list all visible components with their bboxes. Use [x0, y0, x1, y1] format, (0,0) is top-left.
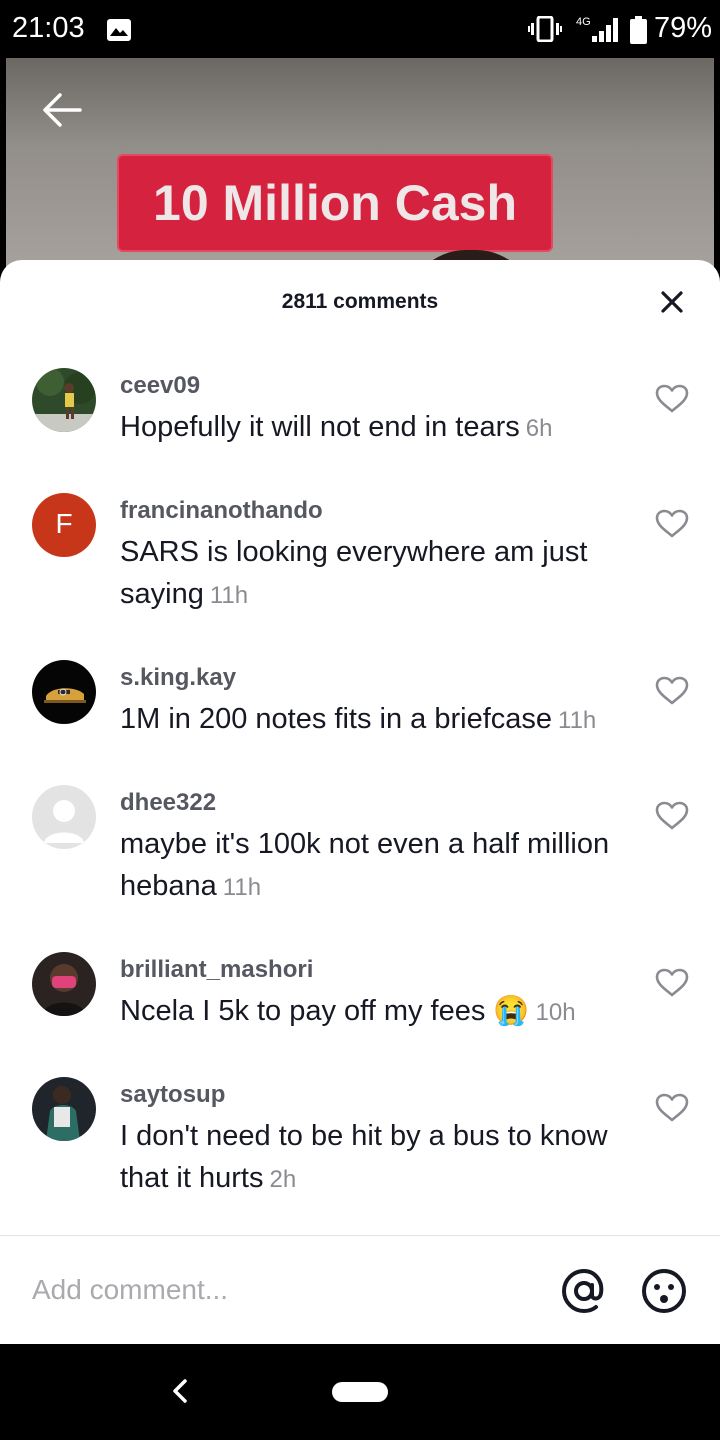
avatar[interactable] — [32, 785, 96, 849]
add-comment-input[interactable]: Add comment... — [32, 1274, 228, 1306]
comment-username[interactable]: saytosup — [120, 1081, 225, 1109]
like-heart-icon[interactable] — [655, 384, 689, 419]
comment-text: Hopefully it will not end in tears 6h — [120, 411, 553, 443]
comment-time: 2h — [269, 1166, 297, 1193]
video-preview: 10 Million Cash — [6, 58, 714, 278]
avatar[interactable]: F — [32, 493, 96, 557]
avatar[interactable] — [32, 1077, 96, 1141]
comment-text: 1M in 200 notes fits in a briefcase 11h — [120, 703, 597, 735]
avatar-initial: F — [55, 508, 73, 539]
like-heart-icon[interactable] — [655, 801, 689, 836]
comment-time: 11h — [222, 874, 262, 901]
avatar[interactable] — [32, 952, 96, 1016]
avatar[interactable] — [32, 660, 96, 724]
image-notification-icon — [107, 19, 131, 41]
system-nav-bar — [0, 1344, 720, 1440]
comment-time: 10h — [535, 999, 576, 1026]
mention-at-icon[interactable] — [560, 1267, 608, 1320]
comment-time: 11h — [209, 582, 249, 609]
like-heart-icon[interactable] — [655, 968, 689, 1003]
status-time: 21:03 — [12, 12, 85, 44]
close-icon[interactable] — [658, 288, 686, 316]
back-arrow-icon[interactable] — [40, 90, 84, 135]
like-heart-icon[interactable] — [655, 1093, 689, 1128]
status-bar: 21:03 4G 79% — [0, 0, 720, 58]
nav-back-icon[interactable] — [170, 1378, 190, 1409]
comment-username[interactable]: dhee322 — [120, 789, 216, 817]
comment-username[interactable]: ceev09 — [120, 372, 200, 400]
comments-count-title: 2811 comments — [281, 290, 439, 313]
comment-text: maybe it's 100k not even a half million … — [120, 828, 610, 902]
emoji-icon[interactable] — [640, 1267, 688, 1320]
video-banner-text: 10 Million Cash — [153, 175, 517, 231]
battery-icon — [630, 16, 647, 44]
comment-time: 11h — [558, 707, 597, 734]
comment-username[interactable]: s.king.kay — [120, 664, 236, 692]
home-pill-button[interactable] — [332, 1382, 388, 1402]
comment-text: SARS is looking everywhere am just sayin… — [120, 536, 588, 610]
comment-text: Ncela I 5k to pay off my fees 😭 10h — [120, 995, 576, 1027]
comment-username[interactable]: brilliant_mashori — [120, 956, 313, 984]
battery-percent: 79% — [654, 12, 713, 44]
video-banner: 10 Million Cash — [119, 156, 551, 250]
comment-text: I don't need to be hit by a bus to know … — [120, 1120, 608, 1194]
comment-input-bar: Add comment... — [0, 1235, 720, 1345]
avatar[interactable] — [32, 368, 96, 432]
comment-username[interactable]: francinanothando — [120, 497, 323, 525]
like-heart-icon[interactable] — [655, 509, 689, 544]
comment-time: 6h — [525, 415, 553, 442]
like-heart-icon[interactable] — [655, 676, 689, 711]
signal-icon: 4G — [574, 14, 620, 49]
vibrate-icon — [528, 15, 562, 47]
network-label: 4G — [576, 16, 591, 28]
